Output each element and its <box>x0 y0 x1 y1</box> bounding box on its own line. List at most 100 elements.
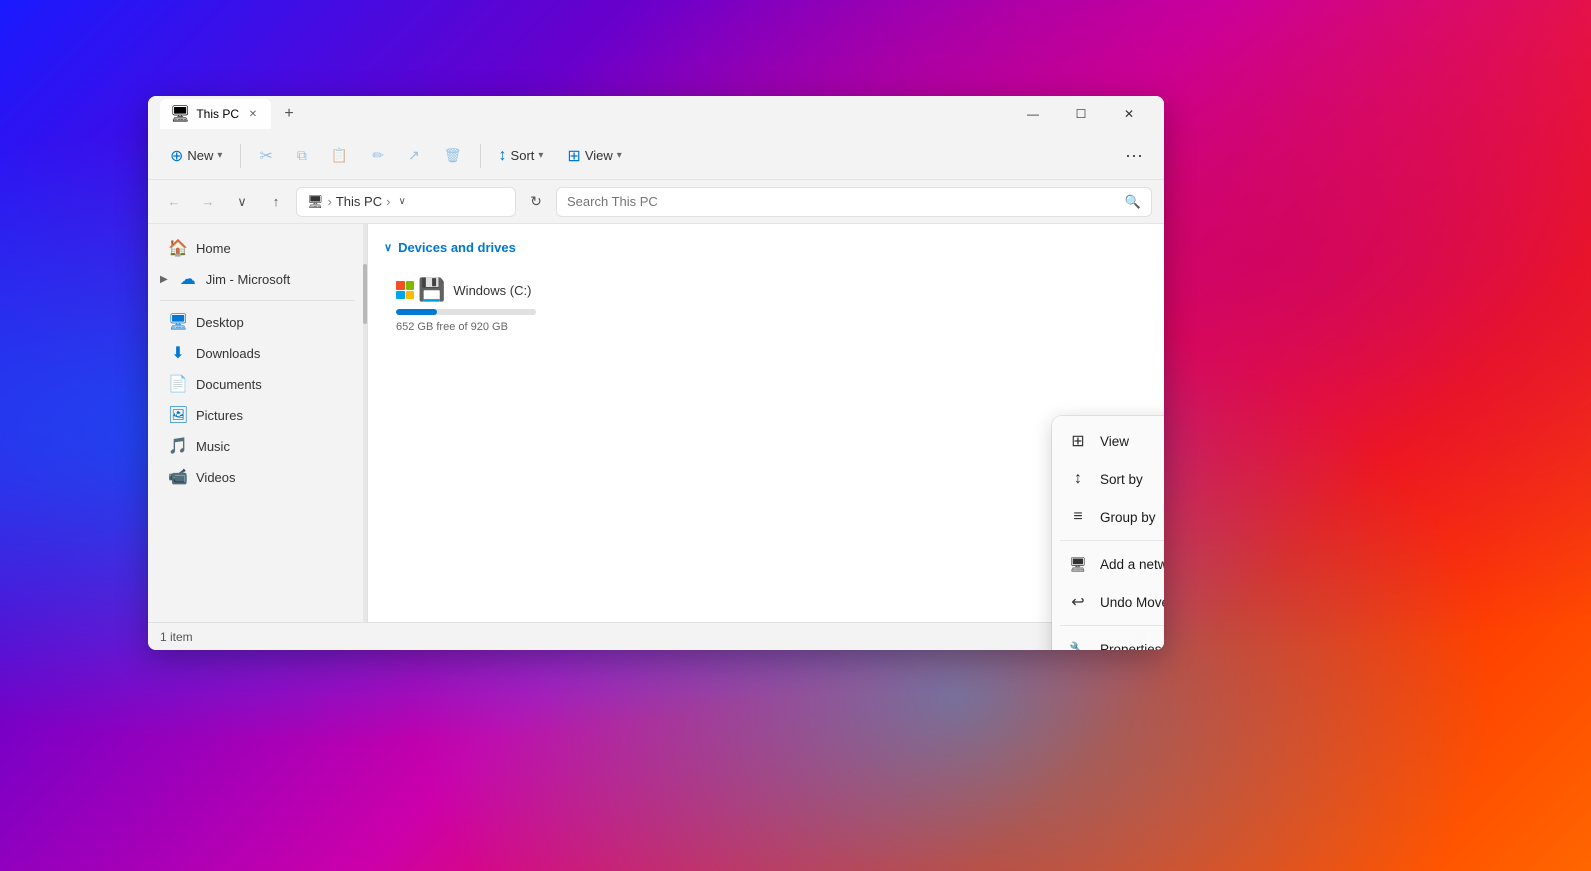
toolbar-divider-1 <box>240 144 241 168</box>
sidebar-item-desktop[interactable]: 🖥 Desktop 📌 <box>152 307 363 337</box>
sidebar-item-home[interactable]: 🏠 Home <box>152 233 363 263</box>
view-label: View <box>585 148 613 163</box>
new-dropdown-icon: ▾ <box>217 150 222 161</box>
videos-icon: 📹 <box>168 467 188 487</box>
paste-button[interactable]: 📋 <box>321 138 358 174</box>
share-button[interactable]: ↗ <box>398 138 430 174</box>
more-icon: ··· <box>1125 145 1143 166</box>
ctx-network-icon: 🖥 <box>1068 554 1088 574</box>
pictures-label: Pictures <box>196 408 243 423</box>
recent-icon: ∨ <box>237 194 247 210</box>
onedrive-expand-icon: ▶ <box>160 274 168 285</box>
section-label: Devices and drives <box>398 240 516 255</box>
path-dropdown-icon: ∨ <box>398 196 405 207</box>
documents-icon: 📄 <box>168 374 188 394</box>
recent-locations-button[interactable]: ∨ <box>228 188 256 216</box>
search-box[interactable]: 🔍 <box>556 187 1152 217</box>
ctx-sort-by[interactable]: ↕ Sort by › <box>1052 460 1164 498</box>
downloads-icon: ⬇ <box>168 343 188 363</box>
ctx-undo-move[interactable]: ↩ Undo Move Ctrl+Z <box>1052 583 1164 621</box>
cut-button[interactable]: ✂ <box>249 138 282 174</box>
sidebar-item-documents[interactable]: 📄 Documents 📌 <box>152 369 363 399</box>
sort-button[interactable]: ↕ Sort ▾ <box>489 138 554 174</box>
this-pc-tab-label: This PC <box>196 107 239 121</box>
ctx-view[interactable]: ⊞ View › <box>1052 422 1164 460</box>
sort-icon: ↕ <box>499 147 507 165</box>
minimize-button[interactable]: — <box>1010 99 1056 129</box>
path-separator: › <box>328 194 332 209</box>
ctx-add-network[interactable]: 🖥 Add a network location <box>1052 545 1164 583</box>
close-button[interactable]: ✕ <box>1106 99 1152 129</box>
this-pc-tab-icon: 🖥 <box>170 104 190 124</box>
onedrive-icon: ☁ <box>178 269 198 289</box>
view-button[interactable]: ⊞ View ▾ <box>557 138 631 174</box>
ctx-properties[interactable]: 🔧 Properties Alt+Enter <box>1052 630 1164 650</box>
back-icon: ← <box>168 194 181 209</box>
search-icon: 🔍 <box>1125 194 1141 210</box>
address-path[interactable]: 🖥 › This PC › ∨ <box>296 187 516 217</box>
path-pc-icon: 🖥 <box>307 194 324 210</box>
ctx-group-by[interactable]: ≡ Group by › <box>1052 498 1164 536</box>
this-pc-tab[interactable]: 🖥 This PC ✕ <box>160 99 271 129</box>
section-collapse-icon: ∨ <box>384 241 392 254</box>
music-label: Music <box>196 439 230 454</box>
ctx-sort-icon: ↕ <box>1068 469 1088 489</box>
sidebar-item-pictures[interactable]: 🖼 Pictures 📌 <box>152 400 363 430</box>
file-explorer-window: 🖥 This PC ✕ + — ☐ ✕ ⊕ New ▾ <box>148 96 1164 650</box>
videos-label: Videos <box>196 470 236 485</box>
back-button[interactable]: ← <box>160 188 188 216</box>
context-menu: ⊞ View › ↕ Sort by › ≡ Group by › 🖥 Add … <box>1052 416 1164 650</box>
ctx-sort-label: Sort by <box>1100 472 1164 487</box>
drive-item-c[interactable]: 💾 Windows (C:) 652 GB free of 920 GB <box>384 267 564 343</box>
devices-section-header[interactable]: ∨ Devices and drives <box>384 240 1148 255</box>
main-content: 🏠 Home ▶ ☁ Jim - Microsoft 🖥 Desktop 📌 ⬇… <box>148 224 1164 622</box>
rename-icon: ✏ <box>372 147 384 164</box>
new-button[interactable]: ⊕ New ▾ <box>160 138 232 174</box>
view-dropdown-icon: ▾ <box>617 150 622 161</box>
drive-header: 💾 Windows (C:) <box>396 277 552 303</box>
view-icon: ⊞ <box>567 146 580 166</box>
rename-button[interactable]: ✏ <box>362 138 394 174</box>
paste-icon: 📋 <box>331 147 348 164</box>
refresh-icon: ↻ <box>530 193 542 210</box>
drive-name: Windows (C:) <box>453 283 531 298</box>
ctx-properties-icon: 🔧 <box>1068 639 1088 650</box>
ctx-undo-icon: ↩ <box>1068 592 1088 612</box>
sort-dropdown-icon: ▾ <box>538 150 543 161</box>
music-icon: 🎵 <box>168 436 188 456</box>
tab-area: 🖥 This PC ✕ + <box>160 99 1010 129</box>
search-input[interactable] <box>567 194 1119 209</box>
path-label: This PC <box>336 194 382 209</box>
path-separator-2: › <box>386 194 390 209</box>
copy-button[interactable]: ⧉ <box>287 138 317 174</box>
maximize-button[interactable]: ☐ <box>1058 99 1104 129</box>
sidebar-item-onedrive[interactable]: ▶ ☁ Jim - Microsoft <box>152 264 363 294</box>
up-button[interactable]: ↑ <box>262 188 290 216</box>
forward-button[interactable]: → <box>194 188 222 216</box>
ctx-group-label: Group by <box>1100 510 1164 525</box>
drive-progress-fill <box>396 309 437 315</box>
new-tab-button[interactable]: + <box>275 100 303 128</box>
sidebar-item-music[interactable]: 🎵 Music 📌 <box>152 431 363 461</box>
new-label: New <box>187 148 213 163</box>
delete-icon: 🗑 <box>444 147 462 164</box>
cut-icon: ✂ <box>259 146 272 166</box>
forward-icon: → <box>202 194 215 209</box>
sidebar-item-videos[interactable]: 📹 Videos 📌 <box>152 462 363 492</box>
sidebar-item-downloads[interactable]: ⬇ Downloads 📌 <box>152 338 363 368</box>
tab-close-button[interactable]: ✕ <box>245 106 261 122</box>
more-button[interactable]: ··· <box>1116 138 1152 174</box>
delete-button[interactable]: 🗑 <box>434 138 472 174</box>
sort-label: Sort <box>511 148 535 163</box>
drive-progress-bar <box>396 309 536 315</box>
drive-space-label: 652 GB free of 920 GB <box>396 321 552 333</box>
documents-label: Documents <box>196 377 262 392</box>
sidebar-scrollbar-thumb[interactable] <box>363 264 367 324</box>
hdd-icon: 💾 <box>418 277 445 303</box>
ctx-group-icon: ≡ <box>1068 507 1088 527</box>
content-area: ∨ Devices and drives 💾 <box>368 224 1164 622</box>
onedrive-label: Jim - Microsoft <box>206 272 291 287</box>
refresh-button[interactable]: ↻ <box>522 188 550 216</box>
address-bar: ← → ∨ ↑ 🖥 › This PC › ∨ ↻ 🔍 <box>148 180 1164 224</box>
downloads-label: Downloads <box>196 346 260 361</box>
